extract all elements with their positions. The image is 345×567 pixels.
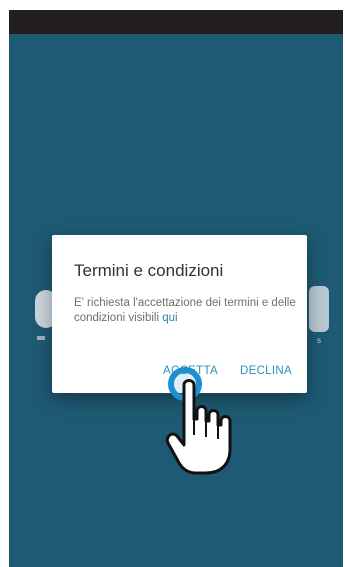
dialog-message: E' richiesta l'accettazione dei termini …: [74, 296, 296, 326]
dialog-message-text: E' richiesta l'accettazione dei termini …: [74, 297, 296, 324]
dialog-title: Termini e condizioni: [74, 261, 224, 280]
background-logo-underline: [37, 336, 45, 340]
terms-link[interactable]: qui: [162, 312, 177, 324]
status-bar: [9, 10, 343, 34]
background-logo-suffix: s: [317, 336, 321, 345]
background-logo-right-glyph: [309, 286, 329, 332]
decline-button[interactable]: DECLINA: [240, 365, 292, 377]
tap-hand-icon: [165, 379, 232, 475]
app-screen: s Termini e condizioni E' richiesta l'ac…: [9, 10, 343, 567]
